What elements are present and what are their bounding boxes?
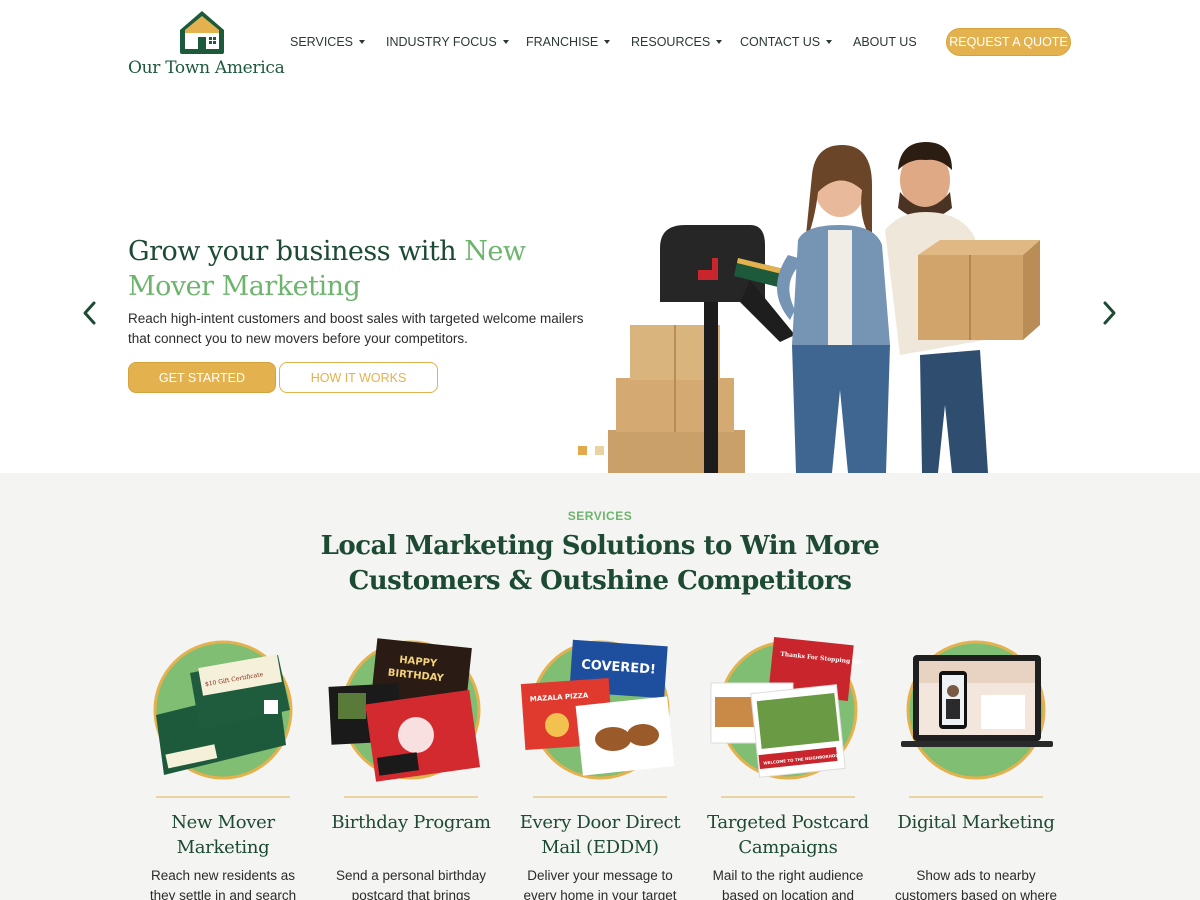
hero-subtitle: Reach high-intent customers and boost sa… (128, 311, 584, 346)
main-nav: SERVICES INDUSTRY FOCUS FRANCHISE RESOUR… (290, 28, 933, 56)
card-divider (533, 796, 667, 798)
new-mover-mailer-image: $10 Gift Certificate (153, 640, 293, 780)
nav-item-franchise[interactable]: FRANCHISE (526, 28, 631, 56)
nav-label: SERVICES (290, 35, 353, 49)
service-card-new-mover[interactable]: $10 Gift Certificate New Mover Marketing… (128, 635, 318, 900)
caret-down-icon (502, 40, 509, 44)
caret-down-icon (716, 40, 723, 44)
card-divider (909, 796, 1043, 798)
card-description: Send a personal birthday postcard that b… (335, 868, 487, 900)
service-cards: $10 Gift Certificate New Mover Marketing… (128, 635, 1072, 900)
services-section: SERVICES Local Marketing Solutions to Wi… (0, 473, 1200, 900)
nav-item-resources[interactable]: RESOURCES (631, 28, 740, 56)
card-title: Digital Marketing (897, 812, 1055, 833)
hero-title: Grow your business with New Mover Market… (128, 234, 598, 304)
card-description: Mail to the right audience based on loca… (712, 868, 864, 900)
targeted-postcard-image: Thanks For Stopping In! WELCOME TO THE N… (710, 636, 862, 780)
carousel-next-button[interactable] (1097, 298, 1121, 328)
nav-item-industry-focus[interactable]: INDUSTRY FOCUS (386, 28, 526, 56)
service-card-targeted-postcard[interactable]: Thanks For Stopping In! WELCOME TO THE N… (693, 635, 883, 900)
card-title: Every Door Direct Mail (EDDM) (519, 812, 681, 858)
brand-logo[interactable]: Our Town America (128, 8, 285, 80)
service-card-digital-marketing[interactable]: Digital Marketing Show ads to nearby cus… (881, 635, 1071, 900)
carousel-prev-button[interactable] (78, 298, 102, 328)
card-description: Show ads to nearby customers based on wh… (894, 868, 1058, 900)
request-quote-button[interactable]: REQUEST A QUOTE (946, 28, 1071, 56)
hero-carousel: Grow your business with New Mover Market… (0, 90, 1200, 473)
service-card-eddm[interactable]: COVERED! MAZALA PIZZA Every Door Direct … (505, 635, 695, 900)
get-started-button[interactable]: GET STARTED (128, 362, 276, 393)
brand-name: Our Town America (128, 58, 285, 78)
nav-label: RESOURCES (631, 35, 711, 49)
services-heading: Local Marketing Solutions to Win More Cu… (320, 531, 880, 596)
how-it-works-button[interactable]: HOW IT WORKS (279, 362, 438, 393)
nav-label: INDUSTRY FOCUS (386, 35, 497, 49)
card-description: Reach new residents as they settle in an… (149, 868, 297, 900)
chevron-left-icon (83, 301, 96, 325)
hero-title-prefix: Grow your business with (128, 236, 465, 267)
digital-marketing-laptop-image (901, 640, 1053, 780)
chevron-right-icon (1103, 301, 1116, 325)
nav-label: FRANCHISE (526, 35, 599, 49)
card-description: Deliver your message to every home in yo… (523, 868, 677, 900)
card-title: Targeted Postcard Campaigns (707, 812, 869, 858)
service-card-birthday[interactable]: HAPPY BIRTHDAY Birthday Program Send a p… (316, 635, 506, 900)
caret-down-icon (604, 40, 611, 44)
card-divider (721, 796, 855, 798)
card-title: New Mover Marketing (171, 812, 275, 858)
nav-item-about-us[interactable]: ABOUT US (853, 28, 933, 56)
card-divider (344, 796, 478, 798)
birthday-postcard-image: HAPPY BIRTHDAY (328, 638, 481, 782)
hero-couple-mailbox-image (608, 142, 1040, 473)
services-eyebrow: SERVICES (567, 509, 633, 523)
nav-item-services[interactable]: SERVICES (290, 28, 386, 56)
card-divider (156, 796, 290, 798)
nav-label: CONTACT US (740, 35, 821, 49)
caret-down-icon (826, 40, 833, 44)
card-title: Birthday Program (331, 812, 491, 833)
nav-label: ABOUT US (853, 35, 917, 49)
caret-down-icon (359, 40, 365, 44)
house-logo-icon (180, 11, 224, 54)
site-header: Our Town America SERVICES INDUSTRY FOCUS… (0, 0, 1200, 90)
eddm-postcard-image: COVERED! MAZALA PIZZA (520, 639, 675, 780)
carousel-dot-1[interactable] (578, 446, 587, 455)
nav-item-contact-us[interactable]: CONTACT US (740, 28, 853, 56)
